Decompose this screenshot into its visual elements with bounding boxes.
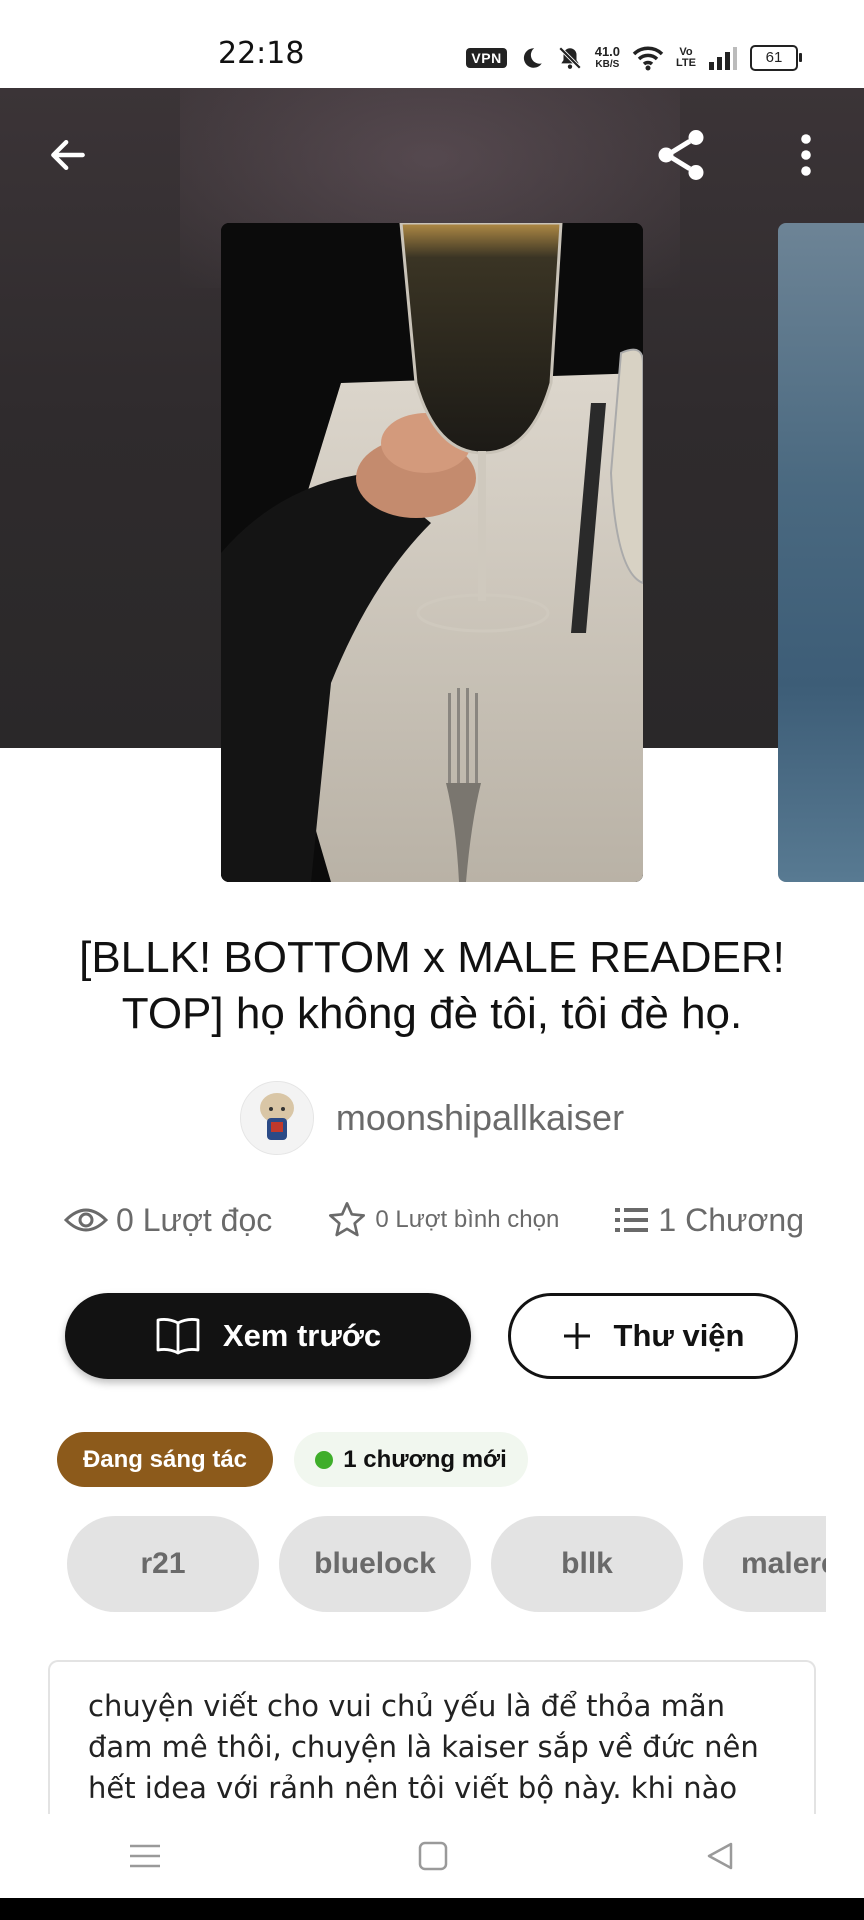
new-chapter-badge: 1 chương mới xyxy=(294,1432,528,1487)
more-button[interactable] xyxy=(774,123,838,187)
story-description: chuyện viết cho vui chủ yếu là để thỏa m… xyxy=(88,1689,759,1820)
tag-chip[interactable]: bllk xyxy=(491,1516,683,1612)
signal-icon xyxy=(709,47,737,70)
bottom-edge xyxy=(0,1898,864,1920)
next-story-cover[interactable] xyxy=(778,223,864,882)
battery-icon: 61 xyxy=(750,45,802,71)
avatar-image xyxy=(240,1082,313,1154)
avatar[interactable] xyxy=(239,1081,314,1155)
share-button[interactable] xyxy=(649,123,713,187)
system-nav-bar xyxy=(0,1814,864,1898)
votes-stat: 0 Lượt bình chọn xyxy=(327,1200,559,1240)
new-dot-icon xyxy=(315,1450,334,1469)
status-icons: VPN 41.0 KB/S Vo LTE 61 xyxy=(466,40,802,76)
menu-icon[interactable] xyxy=(128,1841,162,1871)
book-open-icon xyxy=(156,1318,200,1355)
arrow-left-icon xyxy=(51,139,85,171)
author-name[interactable]: moonshipallkaiser xyxy=(336,1097,624,1139)
back-button[interactable] xyxy=(36,123,100,187)
cover-image xyxy=(221,223,643,882)
list-icon xyxy=(615,1208,649,1232)
status-time: 22:18 xyxy=(218,36,305,71)
home-square-icon[interactable] xyxy=(417,1840,449,1872)
eye-icon xyxy=(64,1208,108,1232)
bell-off-icon xyxy=(558,46,581,70)
volte-icon: Vo LTE xyxy=(676,46,696,69)
status-bar: 22:18 VPN 41.0 KB/S Vo LTE 61 xyxy=(0,0,864,88)
vpn-icon: VPN xyxy=(466,48,507,68)
tag-chip[interactable]: r21 xyxy=(67,1516,259,1612)
tag-chip[interactable]: malere xyxy=(703,1516,826,1612)
plus-icon xyxy=(563,1323,590,1349)
moon-icon xyxy=(523,48,542,68)
back-triangle-icon[interactable] xyxy=(704,1840,736,1872)
story-title: [BLLK! BOTTOM x MALE READER! TOP] họ khô… xyxy=(79,933,785,1038)
author-row[interactable]: moonshipallkaiser xyxy=(0,1080,864,1156)
preview-button[interactable]: Xem trước xyxy=(65,1293,471,1379)
description-box[interactable]: chuyện viết cho vui chủ yếu là để thỏa m… xyxy=(48,1660,816,1820)
wifi-icon xyxy=(632,46,664,71)
star-icon xyxy=(329,1202,366,1237)
status-badge: Đang sáng tác xyxy=(57,1432,273,1487)
reads-stat: 0 Lượt đọc xyxy=(64,1202,272,1239)
story-cover[interactable] xyxy=(221,223,643,882)
share-icon xyxy=(658,130,704,180)
network-speed: 41.0 KB/S xyxy=(594,44,621,70)
tag-chip[interactable]: bluelock xyxy=(279,1516,471,1612)
chapters-stat[interactable]: 1 Chương xyxy=(614,1202,804,1239)
add-to-library-button[interactable]: Thư viện xyxy=(508,1293,798,1379)
more-vertical-icon xyxy=(801,134,811,176)
tag-list: r21 bluelock bllk malere xyxy=(67,1516,826,1612)
story-stats: 0 Lượt đọc 0 Lượt bình chọn 1 Chương xyxy=(64,1196,804,1244)
